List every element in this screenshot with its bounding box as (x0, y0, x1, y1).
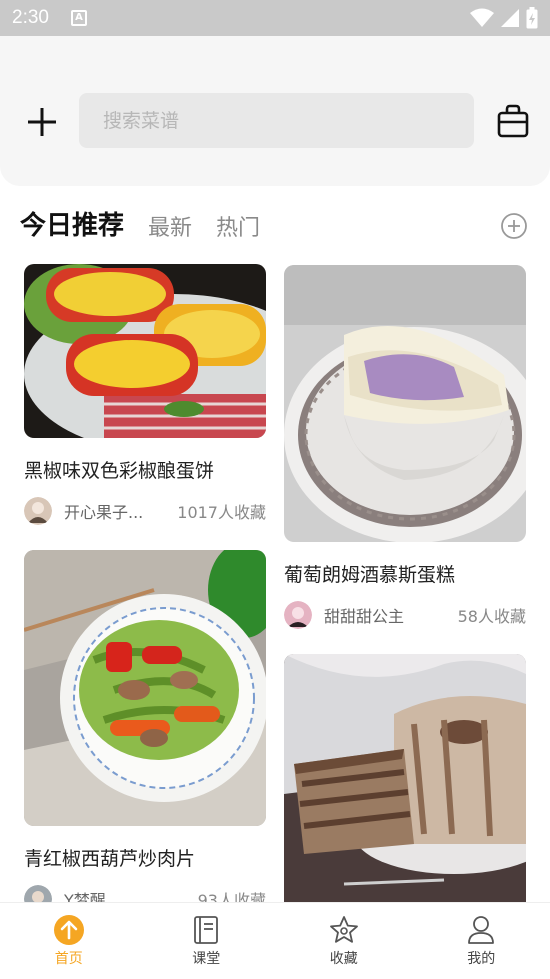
nav-classroom[interactable]: 课堂 (138, 903, 276, 979)
battery-icon (526, 7, 538, 29)
search-input[interactable] (103, 109, 474, 132)
status-icons (470, 7, 538, 29)
author-name: 开心果子... (64, 503, 144, 522)
top-header (0, 36, 550, 186)
recipe-title: 青红椒西葫芦炒肉片 (24, 848, 196, 870)
avatar (24, 497, 52, 525)
recipe-photo (24, 264, 266, 438)
nav-classroom-label: 课堂 (192, 951, 221, 967)
recipe-card[interactable]: 黑椒味双色彩椒酿蛋饼 开心果子... 1017人收藏 (24, 264, 266, 525)
add-icon[interactable] (26, 106, 58, 138)
notification-icon: A (70, 10, 87, 26)
recipe-title: 葡萄朗姆酒慕斯蛋糕 (284, 564, 456, 586)
recipe-card[interactable] (284, 654, 526, 902)
recipe-photo (24, 550, 266, 826)
tab-latest[interactable]: 最新 (148, 210, 192, 250)
nav-favorites[interactable]: 收藏 (275, 903, 413, 979)
author-name: 甜甜甜公主 (324, 607, 405, 626)
nav-mine-label: 我的 (467, 951, 496, 967)
author-name: Y梦醒 (64, 891, 106, 902)
star-icon (329, 916, 358, 943)
person-icon (468, 916, 495, 944)
recipe-card[interactable]: 青红椒西葫芦炒肉片 Y梦醒 93人收藏 (24, 550, 266, 902)
add-circle-icon[interactable] (500, 212, 528, 240)
shopping-bag-icon[interactable] (497, 104, 529, 138)
nav-favorites-label: 收藏 (329, 951, 358, 967)
wifi-icon (470, 8, 494, 27)
recipe-meta: Y梦醒 93人收藏 (24, 885, 266, 902)
status-time: 2:30 (12, 7, 49, 28)
bottom-navigation: 首页 课堂 收藏 我的 (0, 902, 550, 979)
recipe-meta: 开心果子... 1017人收藏 (24, 497, 266, 525)
signal-icon (501, 9, 519, 27)
tab-popular[interactable]: 热门 (216, 210, 260, 250)
category-tabs: 今日推荐 最新 热门 (20, 204, 260, 250)
status-bar: 2:30 A (0, 0, 550, 36)
home-arrow-icon (53, 915, 84, 945)
avatar (284, 601, 312, 629)
recipe-title: 黑椒味双色彩椒酿蛋饼 (24, 460, 215, 482)
favorite-count: 58人收藏 (457, 607, 526, 626)
book-icon (194, 916, 219, 944)
tab-today-recommend[interactable]: 今日推荐 (20, 205, 124, 250)
nav-mine[interactable]: 我的 (413, 903, 550, 979)
nav-home[interactable]: 首页 (0, 903, 138, 979)
recipe-feed: 黑椒味双色彩椒酿蛋饼 开心果子... 1017人收藏 青红椒西葫芦炒肉片 Y梦醒… (0, 264, 550, 902)
avatar (24, 885, 52, 902)
nav-home-label: 首页 (54, 951, 83, 967)
favorite-count: 1017人收藏 (177, 503, 266, 522)
recipe-photo (284, 654, 526, 902)
recipe-photo (284, 265, 526, 542)
search-box[interactable] (79, 93, 474, 148)
recipe-card[interactable]: 葡萄朗姆酒慕斯蛋糕 甜甜甜公主 58人收藏 (284, 265, 526, 629)
favorite-count: 93人收藏 (197, 891, 266, 902)
recipe-meta: 甜甜甜公主 58人收藏 (284, 601, 526, 629)
